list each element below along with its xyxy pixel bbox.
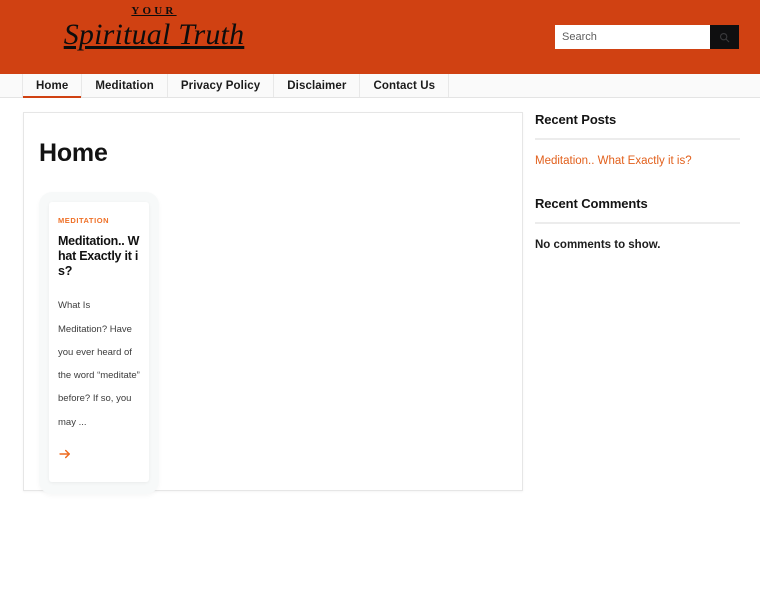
page-title: Home	[39, 139, 108, 167]
site-logo[interactable]: YOUR Spiritual Truth	[34, 6, 274, 50]
nav-item-label: Home	[36, 79, 69, 92]
widget-divider	[535, 222, 740, 225]
main-content: Home MEDITATION Meditation.. What Exactl…	[23, 112, 523, 494]
nav-item-label: Privacy Policy	[180, 79, 261, 92]
post-excerpt: What Is Meditation? Have you ever heard …	[58, 300, 140, 428]
page-body: Home MEDITATION Meditation.. What Exactl…	[0, 98, 760, 494]
post-card[interactable]: MEDITATION Meditation.. What Exactly it …	[39, 192, 159, 494]
widget-divider	[535, 138, 740, 140]
search-icon	[719, 32, 730, 43]
nav-item-label: Contact Us	[373, 79, 436, 92]
search-input[interactable]	[555, 25, 710, 49]
site-logo-title: Spiritual Truth	[63, 18, 245, 51]
post-grid: MEDITATION Meditation.. What Exactly it …	[24, 168, 522, 494]
main-navigation: Home Meditation Privacy Policy Disclaime…	[0, 72, 760, 98]
header-search-form	[555, 25, 739, 49]
nav-item-label: Disclaimer	[287, 79, 347, 92]
post-category-label[interactable]: MEDITATION	[58, 216, 140, 225]
widget-title: Recent Comments	[535, 196, 648, 212]
widget-recent-comments: Recent Comments No comments to show.	[535, 196, 740, 254]
nav-item-privacy-policy[interactable]: Privacy Policy	[168, 74, 275, 97]
widget-title: Recent Posts	[535, 112, 617, 127]
recent-post-link[interactable]: Meditation.. What Exactly it is?	[535, 153, 740, 170]
nav-item-meditation[interactable]: Meditation	[82, 74, 168, 97]
post-read-more-link[interactable]	[58, 447, 72, 461]
post-card-inner: MEDITATION Meditation.. What Exactly it …	[49, 202, 149, 482]
nav-item-home[interactable]: Home	[22, 74, 83, 98]
site-logo-pretitle: YOUR	[131, 5, 177, 17]
nav-item-label: Meditation	[95, 79, 154, 92]
sidebar: Recent Posts Meditation.. What Exactly i…	[535, 112, 740, 281]
site-header: YOUR Spiritual Truth	[0, 0, 760, 72]
search-button[interactable]	[710, 25, 739, 49]
nav-item-disclaimer[interactable]: Disclaimer	[274, 74, 361, 97]
no-comments-message: No comments to show.	[535, 239, 661, 252]
nav-item-contact-us[interactable]: Contact Us	[360, 74, 450, 97]
post-title[interactable]: Meditation.. What Exactly it is?	[58, 234, 140, 278]
widget-recent-posts: Recent Posts Meditation.. What Exactly i…	[535, 112, 740, 170]
arrow-right-icon	[58, 447, 72, 461]
